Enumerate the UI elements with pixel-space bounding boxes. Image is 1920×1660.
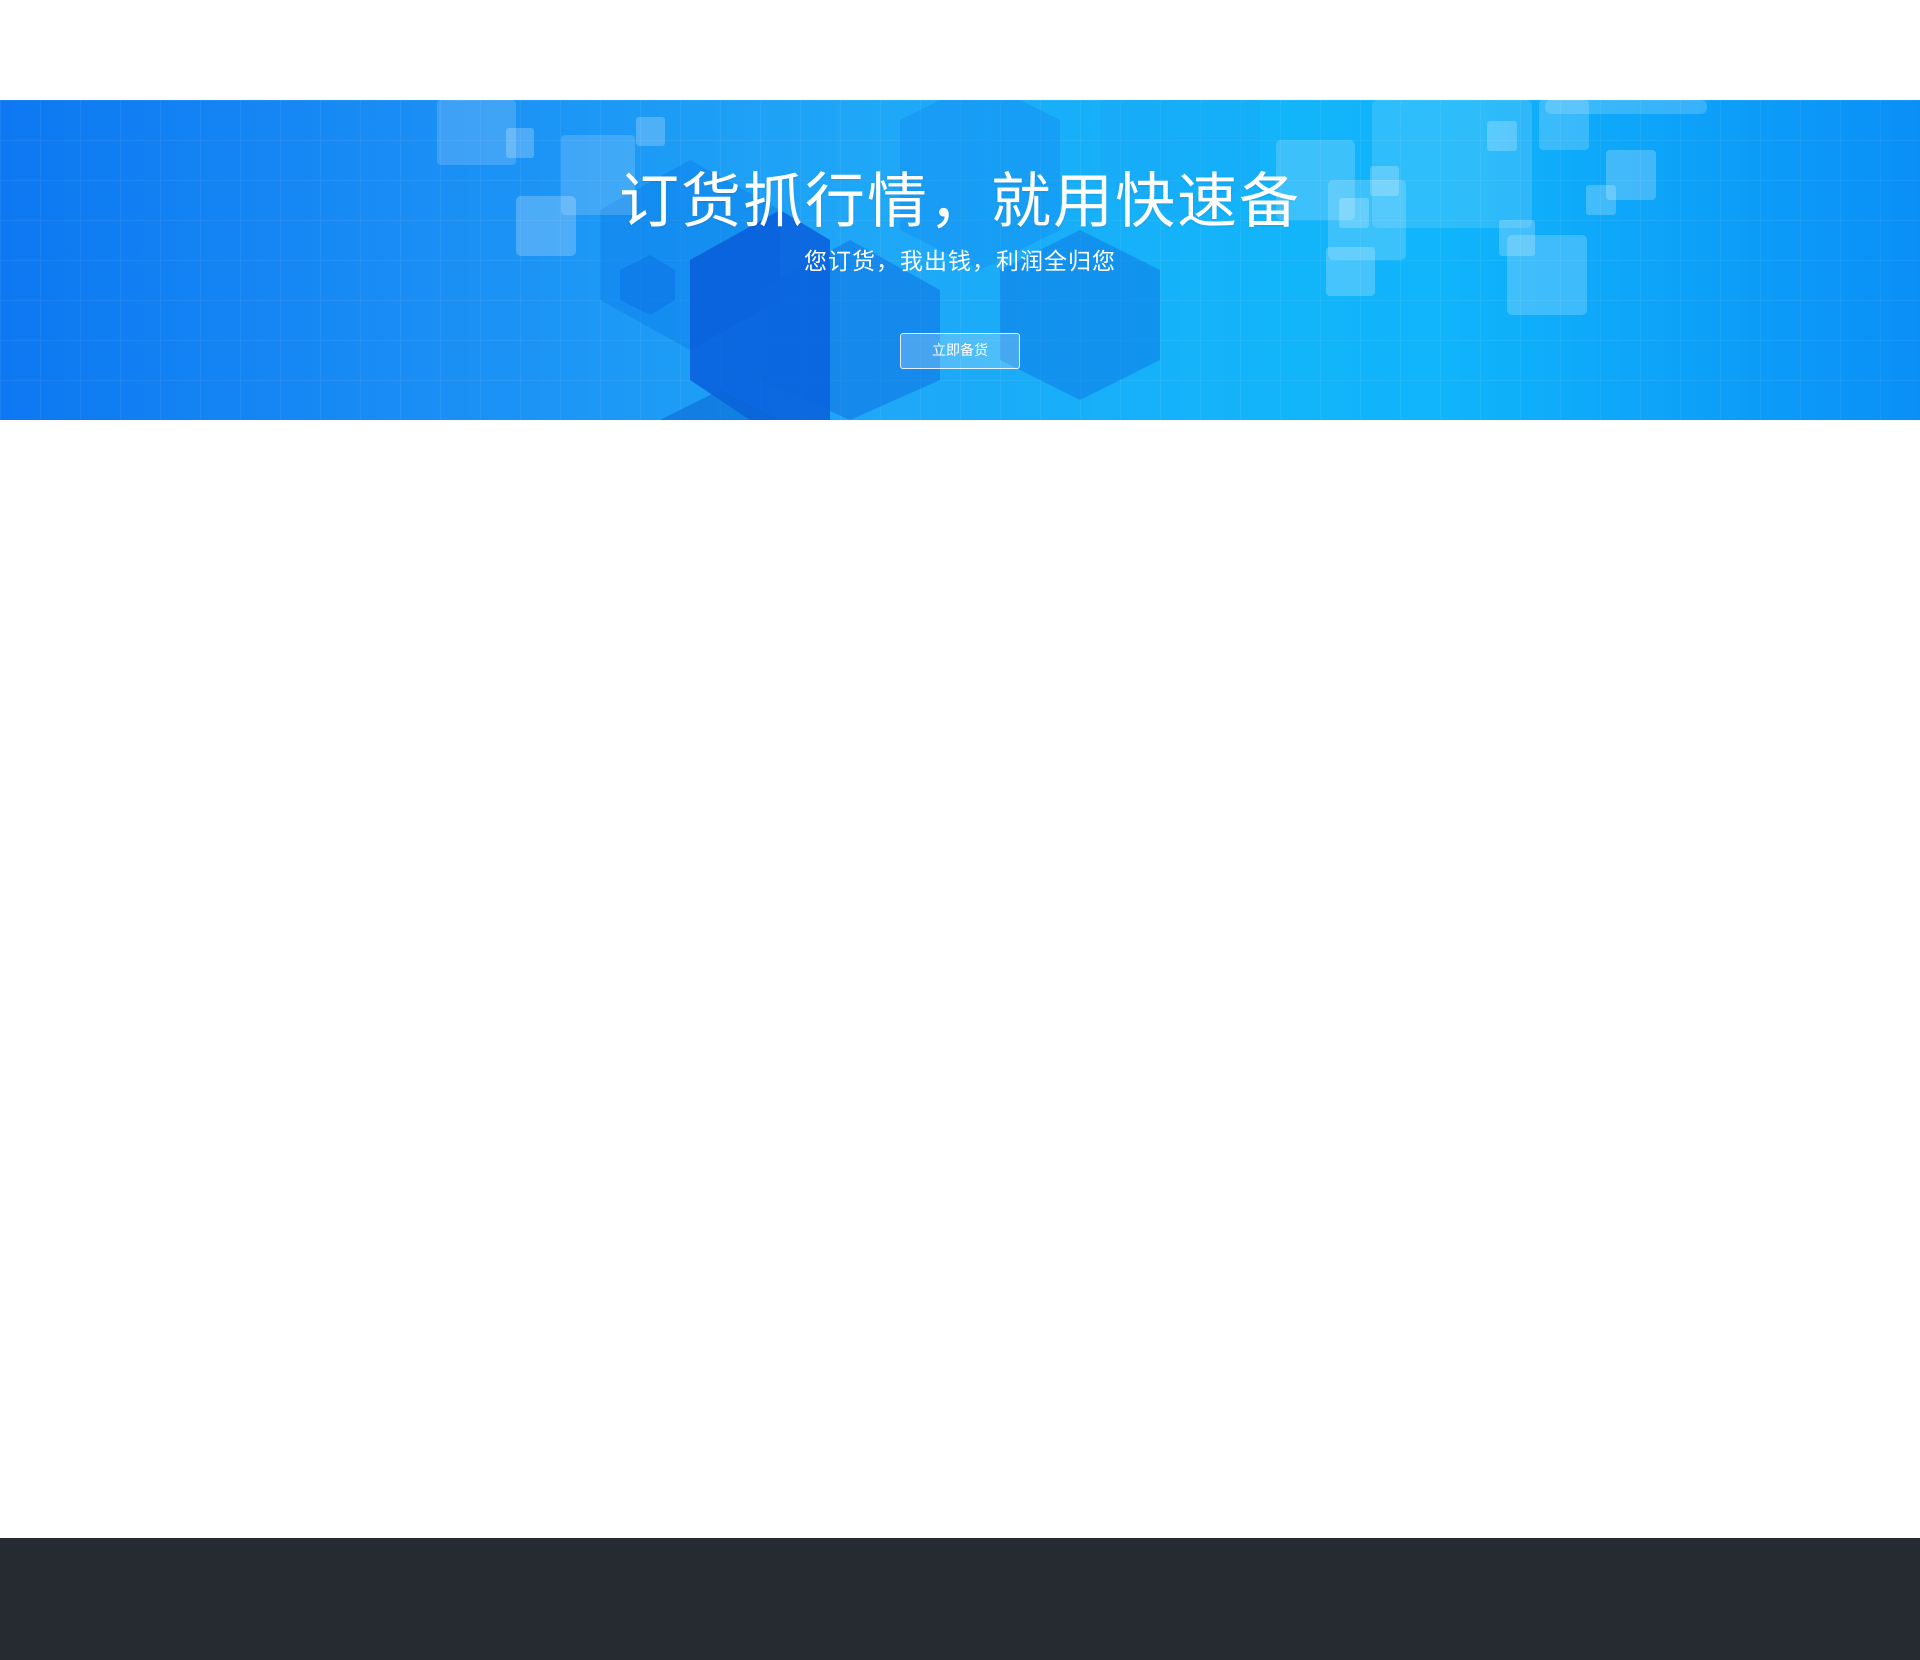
top-header [0,0,1920,100]
hero-subtitle: 您订货，我出钱，利润全归您 [804,249,1116,275]
hero-title: 订货抓行情，就用快速备 [619,167,1301,237]
main-content-area [0,420,1920,1538]
stock-now-button[interactable]: 立即备货 [900,333,1020,369]
hero-banner: 订货抓行情，就用快速备 您订货，我出钱，利润全归您 立即备货 [0,100,1920,420]
hero-content: 订货抓行情，就用快速备 您订货，我出钱，利润全归您 立即备货 [0,100,1920,420]
page-footer [0,1538,1920,1660]
